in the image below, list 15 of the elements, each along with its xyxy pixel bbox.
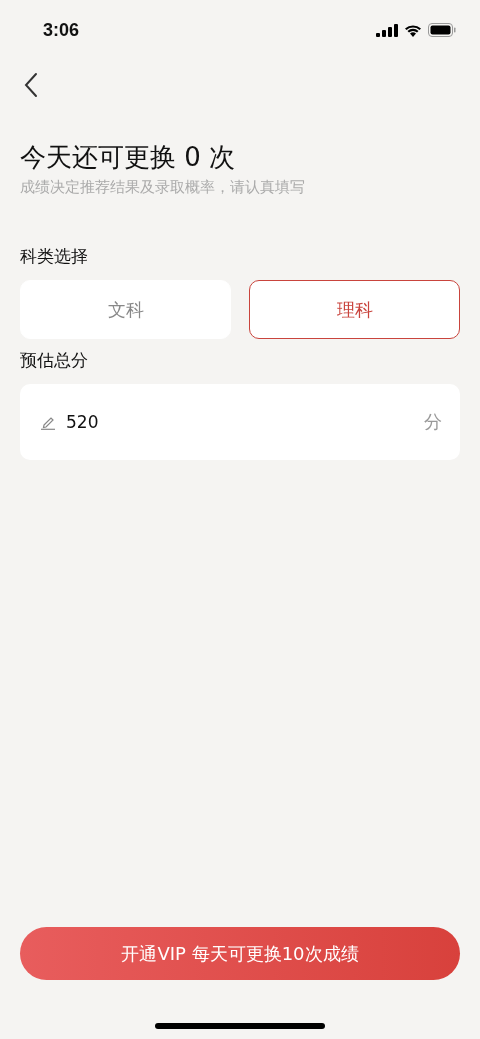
battery-icon [428,23,456,37]
back-icon[interactable] [24,72,38,98]
subject-option[interactable]: 文科 [20,280,231,339]
unit-label: 分 [424,410,442,434]
section-label: 预估总分 [20,349,89,372]
wifi-icon [404,23,422,37]
vip-button[interactable]: 开通VIP 每天可更换10次成绩 [20,927,460,980]
section-label: 科类选择 [20,245,89,268]
score-value: 520 [66,412,100,432]
subtitle: 成绩决定推荐结果及录取概率，请认真填写 [20,178,306,197]
status-time: 3:06 [43,19,80,41]
page-title: 今天还可更换 0 次 [20,141,237,174]
subject-option[interactable]: 理科 [249,280,460,339]
score-field[interactable]: 520 分 [20,384,460,460]
signal-icon [376,23,398,37]
